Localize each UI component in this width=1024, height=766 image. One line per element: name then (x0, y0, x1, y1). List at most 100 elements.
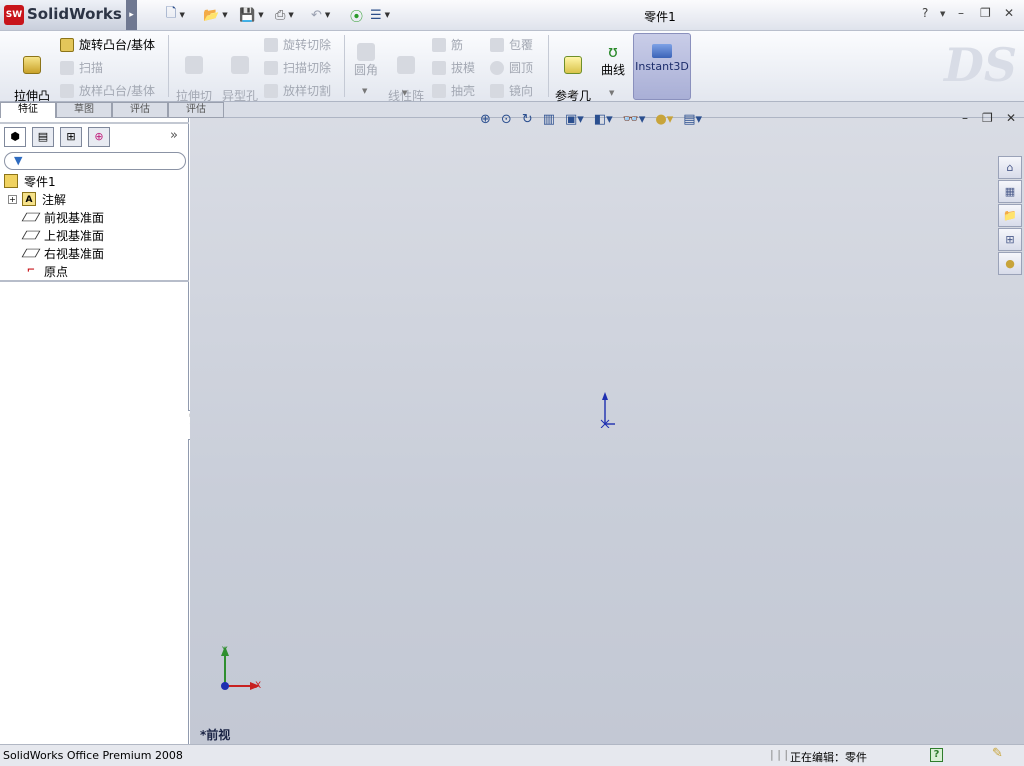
new-document-button[interactable]: 🗋 ▼ (166, 6, 185, 24)
chevron-down-icon[interactable]: ▼ (222, 11, 227, 19)
curves-dropdown-icon[interactable]: ▼ (609, 89, 614, 97)
file-explorer-icon[interactable]: 📁 (998, 204, 1022, 227)
wrap-button[interactable]: 包覆 (490, 36, 533, 53)
apply-scene-icon[interactable]: ▤▾ (683, 112, 702, 127)
rib-button[interactable]: 筋 (432, 36, 463, 53)
tree-item-right-plane[interactable]: 右视基准面 (21, 244, 213, 262)
close-button[interactable]: ✕ (1004, 6, 1014, 20)
instant3d-icon (652, 44, 672, 58)
sweep-cut-button[interactable]: 扫描切除 (264, 59, 331, 76)
open-button[interactable]: 📂 ▼ (203, 6, 228, 24)
help-status-icon[interactable]: ? (930, 748, 943, 762)
fillet-dropdown-icon[interactable]: ▼ (362, 87, 367, 95)
previous-view-icon[interactable]: ↻ (522, 112, 533, 127)
rebuild-button[interactable]: ⦿ (350, 6, 363, 25)
dimxpert-tab-icon[interactable]: ⊕ (88, 127, 110, 147)
loft-cut-button[interactable]: 放样切割 (264, 82, 331, 99)
task-pane-tabs: ⌂ ▦ 📁 ⊞ ● (998, 156, 1022, 276)
product-name: SolidWorks Office Premium 2008 (3, 749, 183, 762)
revolve-cut-button[interactable]: 旋转切除 (264, 36, 331, 53)
reference-geometry-dropdown-icon[interactable]: ▼ (570, 89, 575, 97)
tree-item-front-plane[interactable]: 前视基准面 (21, 208, 213, 226)
plane-icon (21, 212, 41, 222)
sweep-boss-button[interactable]: 扫描 (60, 59, 103, 76)
plane-icon (21, 230, 41, 240)
viewport-minimize-button[interactable]: – (962, 111, 968, 125)
dome-button[interactable]: 圆顶 (490, 59, 533, 76)
undo-button[interactable]: ↶ ▼ (311, 6, 330, 24)
zoom-to-area-icon[interactable]: ⊙ (501, 112, 512, 127)
viewport-restore-button[interactable]: ❐ (982, 111, 993, 125)
tree-item-annotations[interactable]: + A 注解 (8, 190, 197, 208)
instant3d-label: Instant3D (635, 60, 689, 73)
fillet-label: 圆角 (353, 63, 378, 77)
revolve-cut-label: 旋转切除 (283, 38, 332, 52)
curve-icon: ʊ (608, 42, 618, 61)
chevron-down-icon[interactable]: ▼ (258, 11, 263, 19)
configuration-manager-tab-icon[interactable]: ⊞ (60, 127, 82, 147)
ribbon-separator (548, 35, 549, 97)
extrude-boss-icon (23, 56, 41, 74)
tree-item-origin[interactable]: ⌐ 原点 (24, 262, 213, 280)
pattern-dropdown-icon[interactable]: ▼ (402, 89, 407, 97)
revolve-boss-button[interactable]: 旋转凸台/基体 (60, 36, 155, 53)
draft-button[interactable]: 拔模 (432, 59, 475, 76)
home-icon[interactable]: ⌂ (998, 156, 1022, 179)
menu-expand-arrow-icon[interactable]: ▸ (126, 0, 137, 30)
help-dropdown-icon[interactable]: ▼ (940, 10, 945, 18)
feature-manager-tab-icon[interactable]: ⬢ (4, 127, 26, 147)
expand-plus-icon[interactable]: + (8, 194, 17, 204)
instant3d-button[interactable]: Instant3D (633, 33, 691, 100)
expand-panel-icon[interactable]: » (170, 128, 178, 143)
solidworks-logo[interactable]: SW SolidWorks ▸ (0, 0, 137, 30)
hide-show-items-icon[interactable]: 👓▾ (623, 112, 646, 127)
wrap-icon (490, 37, 504, 52)
restore-button[interactable]: ❐ (980, 6, 991, 20)
tab-features[interactable]: 特征 (0, 102, 56, 118)
save-button[interactable]: 💾 ▼ (239, 6, 264, 24)
design-library-icon[interactable]: ▦ (998, 180, 1022, 203)
tab-sketch[interactable]: 草图 (56, 102, 112, 118)
curves-button[interactable]: ʊ 曲线 (597, 43, 629, 77)
revolve-boss-label: 旋转凸台/基体 (79, 38, 156, 52)
tree-item-top-plane[interactable]: 上视基准面 (21, 226, 213, 244)
tab-evaluate-2[interactable]: 评估 (168, 102, 224, 118)
annotation-icon: A (22, 192, 36, 206)
property-manager-tab-icon[interactable]: ▤ (32, 127, 54, 147)
origin-marker-icon (600, 392, 615, 428)
viewport-close-button[interactable]: ✕ (1006, 111, 1016, 125)
view-orientation-icon[interactable]: ▣▾ (565, 112, 584, 127)
draft-icon (432, 60, 446, 75)
help-button[interactable]: ? (922, 6, 928, 20)
minimize-button[interactable]: – (958, 6, 964, 20)
section-view-icon[interactable]: ▥ (543, 112, 555, 127)
panel-tab-strip: ⬢ ▤ ⊞ ⊕ » (0, 122, 189, 147)
view-palette-icon[interactable]: ⊞ (998, 228, 1022, 251)
filter-funnel-icon: ▼ (14, 154, 23, 167)
feature-filter-input[interactable]: ▼ (4, 152, 186, 170)
reference-geometry-icon (564, 56, 582, 74)
save-icon: 💾 (239, 7, 256, 23)
tree-root-part[interactable]: 零件1 (4, 172, 193, 190)
edit-appearance-icon[interactable]: ●▾ (655, 112, 673, 127)
print-button[interactable]: ⎙ ▼ (275, 6, 294, 24)
chevron-down-icon[interactable]: ▼ (325, 11, 330, 19)
mirror-button[interactable]: 镜向 (490, 82, 533, 99)
graphics-area[interactable]: ⊕ ⊙ ↻ ▥ ▣▾ ◧▾ 👓▾ ●▾ ▤▾ – ❐ ✕ ⌂ ▦ 📁 ⊞ ● Y… (190, 111, 1024, 744)
display-style-icon[interactable]: ◧▾ (594, 112, 613, 127)
loft-boss-button[interactable]: 放样凸台/基体 (60, 82, 155, 99)
tree-right-plane-label: 右视基准面 (44, 246, 105, 261)
zoom-to-fit-icon[interactable]: ⊕ (480, 112, 491, 127)
tree-front-plane-label: 前视基准面 (44, 210, 105, 225)
fillet-button[interactable]: 圆角 (348, 43, 384, 77)
shell-button[interactable]: 抽壳 (432, 82, 475, 99)
tab-evaluate[interactable]: 评估 (112, 102, 168, 118)
appearance-icon[interactable]: ● (998, 252, 1022, 275)
chevron-down-icon[interactable]: ▼ (288, 11, 293, 19)
options-button[interactable]: ☰ ▼ (370, 6, 390, 24)
sw-badge-icon: SW (4, 5, 24, 25)
chevron-down-icon[interactable]: ▼ (179, 11, 184, 19)
folder-open-icon: 📂 (203, 7, 220, 23)
tag-icon[interactable]: ✎ (992, 746, 1003, 761)
chevron-down-icon[interactable]: ▼ (385, 11, 390, 19)
